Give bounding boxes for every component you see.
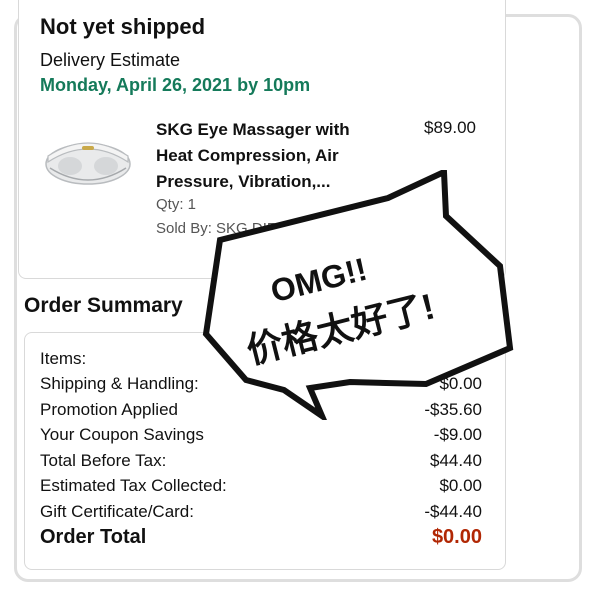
summary-value: -$44.40 [424,502,482,521]
product-image[interactable] [42,128,134,190]
summary-label: Promotion Applied [40,400,178,419]
product-title-link[interactable]: SKG Eye Massager with Heat Compression, … [156,117,386,195]
order-summary-heading: Order Summary [24,294,183,317]
order-total-label: Order Total [40,526,147,548]
summary-value: $0.00 [439,476,482,495]
summary-row-shipping: Shipping & Handling: $0.00 [40,374,482,399]
order-total-value: $0.00 [431,526,482,548]
shipment-status: Not yet shipped [40,14,206,39]
summary-row-before-tax: Total Before Tax: $44.40 [40,451,482,476]
summary-label: Gift Certificate/Card: [40,502,194,521]
summary-row-promotion: Promotion Applied -$35.60 [40,400,482,425]
summary-value: $0.00 [439,374,482,393]
product-price: $89.00 [424,118,476,137]
summary-label: Items: [40,349,87,368]
delivery-estimate-label: Delivery Estimate [40,50,181,70]
summary-label: Estimated Tax Collected: [40,476,227,495]
summary-row-order-total: Order Total $0.00 [40,526,482,554]
summary-value: -$9.00 [433,425,482,444]
product-quantity: Qty: 1 [156,196,197,213]
summary-label: Your Coupon Savings [40,425,204,444]
summary-row-gift-card: Gift Certificate/Card: -$44.40 [40,502,482,527]
summary-value: $44.40 [430,451,482,470]
summary-label: Shipping & Handling: [40,374,199,393]
product-seller: Sold By: SKG DIRECT [156,220,308,237]
delivery-estimate-date: Monday, April 26, 2021 by 10pm [40,75,311,95]
summary-row-tax: Estimated Tax Collected: $0.00 [40,476,482,501]
summary-value: $89.00 [430,349,482,368]
summary-row-coupon: Your Coupon Savings -$9.00 [40,425,482,450]
summary-label: Total Before Tax: [40,451,167,470]
summary-value: -$35.60 [424,400,482,419]
